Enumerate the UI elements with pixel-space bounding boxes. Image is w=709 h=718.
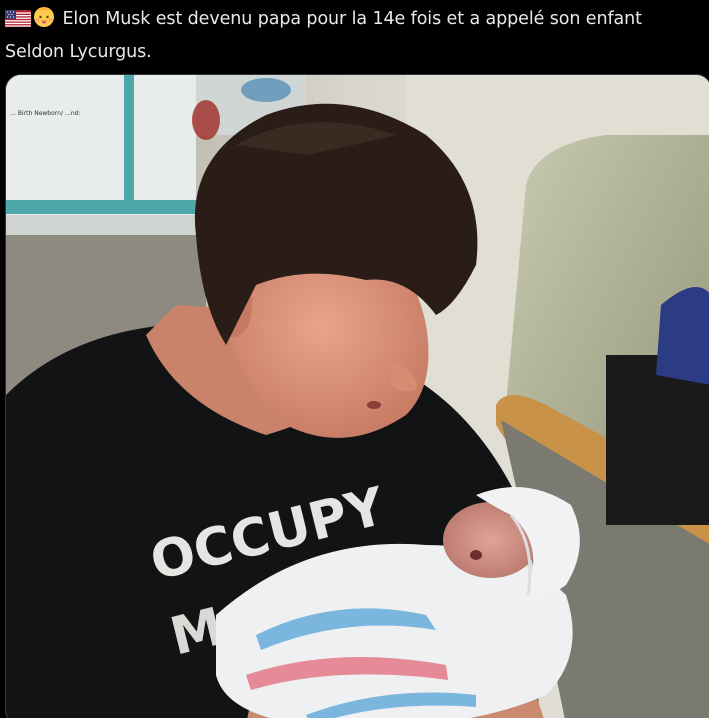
us-flag-icon	[5, 9, 31, 38]
wall-sign: … Birth Newborn/ …nd:	[6, 75, 196, 235]
wall-sign-text: … Birth Newborn/ …nd:	[10, 110, 81, 117]
tweet-post: Elon Musk est devenu papa pour la 14e fo…	[0, 0, 709, 718]
baby-icon	[32, 4, 56, 38]
tweet-photo[interactable]: … Birth Newborn/ …nd: OCCUPY	[5, 74, 709, 718]
tweet-text-line1: Elon Musk est devenu papa pour la 14e fo…	[62, 9, 642, 29]
tweet-text: Elon Musk est devenu papa pour la 14e fo…	[5, 4, 705, 67]
photo-father-holding-newborn: … Birth Newborn/ …nd: OCCUPY	[6, 75, 709, 718]
tweet-text-line2: Seldon Lycurgus.	[5, 42, 152, 62]
